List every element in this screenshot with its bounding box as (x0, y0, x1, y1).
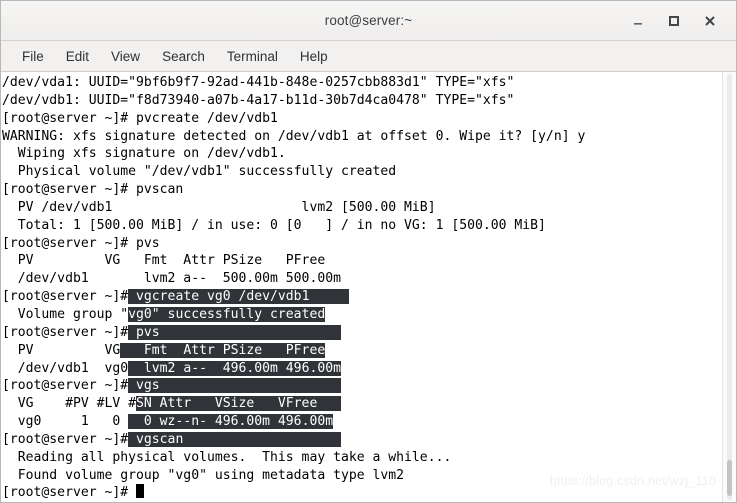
window-title: root@server:~ (324, 13, 413, 28)
terminal-selected-text[interactable]: vg0" successfully created (128, 306, 326, 322)
terminal-line: Reading all physical volumes. This may t… (2, 449, 722, 467)
menu-item-terminal[interactable]: Terminal (216, 46, 289, 67)
terminal-selected-text[interactable]: vgs (128, 378, 341, 394)
terminal-line: [root@server ~]# vgs (2, 377, 722, 395)
terminal-line-text: WARNING: xfs signature detected on /dev/… (2, 128, 586, 144)
menu-item-file[interactable]: File (11, 46, 55, 67)
terminal-line-text: /dev/vdb1 vg0 (2, 360, 129, 376)
terminal-line: Found volume group "vg0" using metadata … (2, 467, 722, 485)
terminal-line-text: VG #PV #LV # (2, 396, 137, 412)
terminal-selected-text[interactable]: vgscan (128, 431, 341, 447)
terminal-selected-text[interactable]: SN Attr VSize VFree (136, 396, 341, 412)
terminal-line-text: PV VG (2, 342, 121, 358)
terminal-line-text: [root@server ~]# (2, 485, 137, 501)
menu-item-help[interactable]: Help (289, 46, 339, 67)
scrollbar-thumb[interactable] (727, 460, 732, 496)
maximize-icon[interactable] (665, 12, 683, 30)
terminal-line: Total: 1 [500.00 MiB] / in use: 0 [0 ] /… (2, 217, 722, 235)
terminal-line: [root@server ~]# vgscan (2, 431, 722, 449)
window-controls (629, 12, 736, 30)
terminal-selected-text[interactable]: lvm2 a-- 496.00m 496.00m (128, 360, 341, 376)
terminal-line-text: [root@server ~]# (2, 378, 129, 394)
terminal-selected-text[interactable]: Fmt Attr PSize PFree (120, 342, 326, 358)
terminal-line-text: Found volume group "vg0" using metadata … (2, 467, 405, 483)
terminal-line-text: Reading all physical volumes. This may t… (2, 449, 452, 465)
terminal-line: /dev/vdb1 lvm2 a-- 500.00m 500.00m (2, 270, 722, 288)
terminal-line-text: vg0 1 0 (2, 414, 129, 430)
terminal-line: Wiping xfs signature on /dev/vdb1. (2, 145, 722, 163)
terminal-line: PV /dev/vdb1 lvm2 [500.00 MiB] (2, 199, 722, 217)
terminal-line: WARNING: xfs signature detected on /dev/… (2, 128, 722, 146)
terminal-selected-text[interactable]: vgcreate vg0 /dev/vdb1 (128, 289, 349, 305)
terminal-line: PV VG Fmt Attr PSize PFree (2, 252, 722, 270)
menu-bar: File Edit View Search Terminal Help (1, 41, 736, 72)
terminal-scrollbar[interactable] (722, 72, 736, 502)
terminal-line: [root@server ~]# pvcreate /dev/vdb1 (2, 110, 722, 128)
terminal-line-text: /dev/vda1: UUID="9bf6b9f7-92ad-441b-848e… (2, 75, 515, 90)
terminal-line: PV VG Fmt Attr PSize PFree (2, 342, 722, 360)
terminal-line-text: [root@server ~]# (2, 289, 129, 305)
terminal-cursor (136, 484, 145, 499)
terminal-window: root@server:~ File Edit View Search Term… (0, 0, 737, 503)
terminal-line: [root@server ~]# vgcreate vg0 /dev/vdb1 (2, 288, 722, 306)
terminal-line-text: Wiping xfs signature on /dev/vdb1. (2, 146, 286, 162)
terminal-selected-text[interactable]: pvs (128, 324, 341, 340)
scrollbar-track[interactable] (727, 74, 732, 500)
terminal-line-text: PV /dev/vdb1 lvm2 [500.00 MiB] (2, 199, 436, 215)
menu-item-search[interactable]: Search (151, 46, 216, 67)
terminal-line-text: [root@server ~]# (2, 324, 129, 340)
minimize-icon[interactable] (629, 12, 647, 30)
terminal-line-text: PV VG Fmt Attr PSize PFree (2, 253, 326, 269)
terminal-line: [root@server ~]# pvs (2, 324, 722, 342)
terminal-line: Physical volume "/dev/vdb1" successfully… (2, 163, 722, 181)
menu-item-view[interactable]: View (100, 46, 151, 67)
terminal-line: /dev/vda1: UUID="9bf6b9f7-92ad-441b-848e… (2, 74, 722, 92)
terminal-line: /dev/vdb1 vg0 lvm2 a-- 496.00m 496.00m (2, 360, 722, 378)
terminal-line-text: Total: 1 [500.00 MiB] / in use: 0 [0 ] /… (2, 217, 546, 233)
terminal-area: /dev/vda1: UUID="9bf6b9f7-92ad-441b-848e… (1, 72, 736, 502)
terminal-line-text: /dev/vdb1 lvm2 a-- 500.00m 500.00m (2, 271, 341, 287)
terminal-line-text: [root@server ~]# pvscan (2, 182, 184, 198)
terminal-line: /dev/vdb1: UUID="f8d73940-a07b-4a17-b11d… (2, 92, 722, 110)
terminal-line-text: /dev/vdb1: UUID="f8d73940-a07b-4a17-b11d… (2, 92, 515, 108)
terminal-line: vg0 1 0 0 wz--n- 496.00m 496.00m (2, 413, 722, 431)
terminal-line-text: [root@server ~]# pvcreate /dev/vdb1 (2, 110, 278, 126)
terminal-output[interactable]: /dev/vda1: UUID="9bf6b9f7-92ad-441b-848e… (1, 72, 722, 502)
close-icon[interactable] (701, 12, 719, 30)
menu-item-edit[interactable]: Edit (55, 46, 100, 67)
terminal-line: [root@server ~]# pvscan (2, 181, 722, 199)
terminal-line-text: Physical volume "/dev/vdb1" successfully… (2, 164, 397, 180)
terminal-line: Volume group "vg0" successfully created (2, 306, 722, 324)
terminal-line: VG #PV #LV #SN Attr VSize VFree (2, 395, 722, 413)
terminal-selected-text[interactable]: 0 wz--n- 496.00m 496.00m (128, 414, 334, 430)
terminal-line-text: [root@server ~]# pvs (2, 235, 160, 251)
terminal-line-text: [root@server ~]# (2, 431, 129, 447)
terminal-line: [root@server ~]# pvs (2, 235, 722, 253)
title-bar[interactable]: root@server:~ (1, 1, 736, 41)
terminal-line-text: Volume group " (2, 306, 129, 322)
terminal-line: [root@server ~]# (2, 484, 722, 502)
